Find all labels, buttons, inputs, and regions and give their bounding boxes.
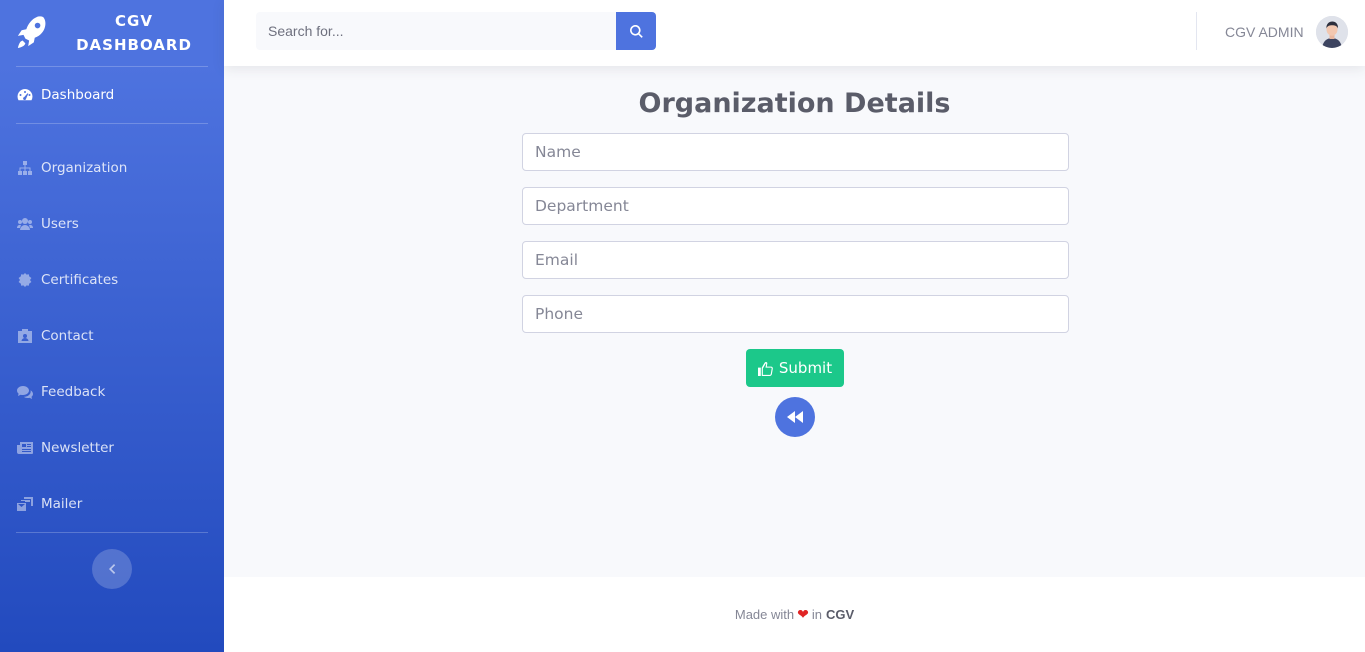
brand-line1: CGV	[115, 12, 153, 30]
footer-brand: CGV	[825, 607, 855, 622]
footer: Made with ❤ in CGV	[224, 577, 1365, 652]
sidebar-item-mailer[interactable]: Mailer	[0, 476, 224, 532]
heart-icon: ❤	[797, 606, 809, 622]
sidebar-item-label: Users	[41, 216, 79, 232]
phone-field[interactable]	[522, 295, 1069, 333]
submit-label: Submit	[778, 359, 833, 377]
topbar: CGV ADMIN	[224, 0, 1365, 66]
sidebar-item-label: Contact	[41, 328, 94, 344]
sitemap-icon	[16, 161, 34, 175]
tachometer-icon	[16, 88, 34, 102]
comments-icon	[16, 385, 34, 399]
sidebar: CGV DASHBOARD Dashboard Organization Use…	[0, 0, 224, 652]
department-field[interactable]	[522, 187, 1069, 225]
footer-middle: in	[811, 607, 822, 622]
main-content: Organization Details Submit	[224, 66, 1365, 577]
brand-line2: DASHBOARD	[76, 36, 192, 54]
search-input[interactable]	[256, 12, 616, 50]
email-field[interactable]	[522, 241, 1069, 279]
users-icon	[16, 217, 34, 231]
sidebar-item-organization[interactable]: Organization	[0, 140, 224, 196]
sidebar-item-label: Certificates	[41, 272, 119, 288]
sidebar-item-newsletter[interactable]: Newsletter	[0, 420, 224, 476]
sidebar-item-label: Dashboard	[41, 87, 115, 103]
certificate-icon	[16, 273, 34, 287]
sidebar-item-feedback[interactable]: Feedback	[0, 364, 224, 420]
name-field[interactable]	[522, 133, 1069, 171]
sidebar-item-dashboard[interactable]: Dashboard	[0, 67, 224, 123]
backward-icon	[787, 411, 803, 423]
sidebar-brand[interactable]: CGV DASHBOARD	[0, 0, 224, 66]
page-title: Organization Details	[638, 88, 951, 119]
sidebar-item-label: Feedback	[41, 384, 106, 400]
sidebar-divider	[16, 532, 208, 533]
sidebar-item-users[interactable]: Users	[0, 196, 224, 252]
search-icon	[629, 24, 643, 38]
user-name: CGV ADMIN	[1225, 24, 1304, 40]
footer-prefix: Made with	[734, 607, 795, 622]
thumbs-up-icon	[757, 361, 773, 376]
mail-bulk-icon	[16, 497, 34, 511]
newspaper-icon	[16, 441, 34, 455]
rocket-icon	[14, 15, 48, 51]
search-group	[256, 12, 656, 50]
topbar-divider	[1196, 12, 1197, 50]
sidebar-item-label: Newsletter	[41, 440, 114, 456]
contact-card-icon	[16, 329, 34, 343]
sidebar-item-certificates[interactable]: Certificates	[0, 252, 224, 308]
back-button[interactable]	[775, 397, 815, 437]
search-button[interactable]	[616, 12, 656, 50]
avatar	[1315, 16, 1348, 48]
sidebar-item-label: Mailer	[41, 496, 83, 512]
user-menu[interactable]: CGV ADMIN	[1225, 16, 1348, 48]
sidebar-item-label: Organization	[41, 160, 128, 176]
sidebar-item-contact[interactable]: Contact	[0, 308, 224, 364]
submit-button[interactable]: Submit	[746, 349, 844, 387]
chevron-left-icon	[109, 564, 116, 574]
sidebar-toggle-button[interactable]	[92, 549, 132, 589]
brand-title: CGV DASHBOARD	[48, 9, 224, 57]
